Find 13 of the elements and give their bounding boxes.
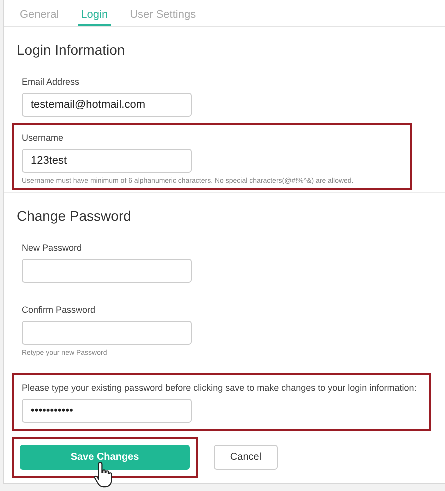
cancel-button[interactable]: Cancel bbox=[214, 445, 278, 470]
field-label: New Password bbox=[22, 243, 84, 253]
field-label: Confirm Password bbox=[22, 305, 97, 315]
input-field[interactable]: ••••••••••• bbox=[22, 399, 192, 423]
input-field[interactable] bbox=[22, 259, 192, 283]
input-field[interactable] bbox=[22, 321, 192, 345]
field-label: Username bbox=[22, 133, 65, 143]
input-field[interactable]: 123test bbox=[22, 149, 192, 173]
input-field[interactable]: testemail@hotmail.com bbox=[22, 93, 192, 117]
field-label: Please type your existing password before clicking save to make changes to your login information: bbox=[22, 383, 418, 393]
field-label: Email Address bbox=[22, 77, 81, 87]
section-heading: Login Information bbox=[16, 41, 126, 57]
section-heading: Change Password bbox=[16, 207, 132, 223]
